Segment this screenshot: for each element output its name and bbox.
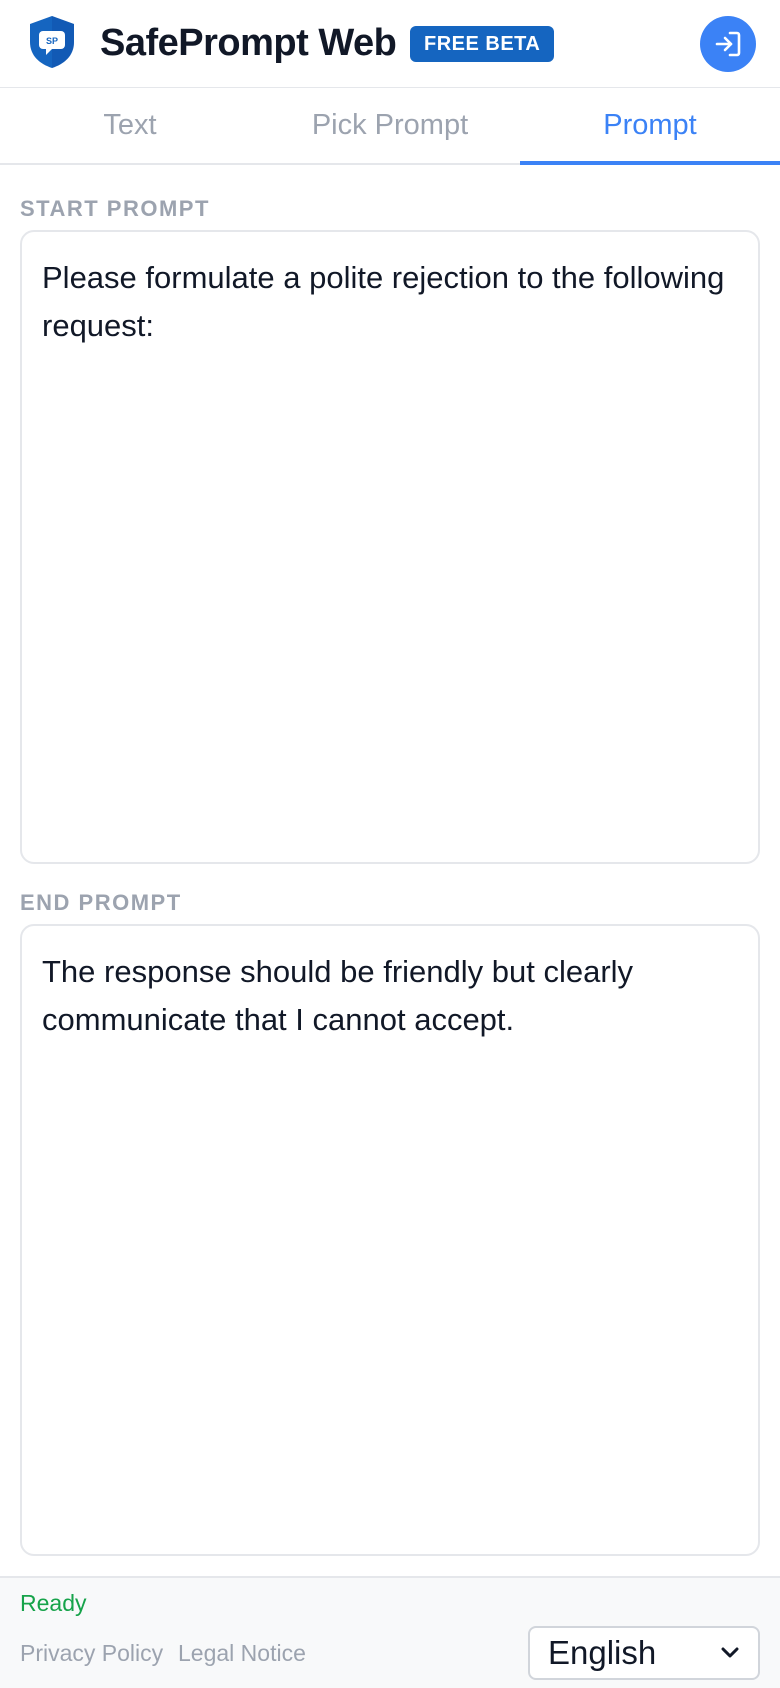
end-prompt-input[interactable]: The response should be friendly but clea… xyxy=(20,924,760,1556)
login-button[interactable] xyxy=(700,16,756,72)
tab-bar: Text Pick Prompt Prompt xyxy=(0,88,780,165)
login-arrow-icon xyxy=(715,31,741,57)
shield-logo-icon: SP xyxy=(30,16,74,68)
app-title: SafePrompt Web xyxy=(100,22,397,64)
start-prompt-input[interactable]: Please formulate a polite rejection to t… xyxy=(20,230,760,864)
beta-badge: FREE BETA xyxy=(410,26,555,62)
privacy-policy-link[interactable]: Privacy Policy xyxy=(20,1640,163,1667)
chevron-down-icon xyxy=(721,1647,739,1658)
tab-prompt[interactable]: Prompt xyxy=(520,88,780,165)
logo-text: SP xyxy=(46,36,58,46)
status-text: Ready xyxy=(20,1590,87,1616)
footer: Ready Privacy Policy Legal Notice Englis… xyxy=(0,1576,780,1688)
legal-notice-link[interactable]: Legal Notice xyxy=(178,1640,306,1667)
tab-pick-prompt[interactable]: Pick Prompt xyxy=(260,88,520,163)
start-prompt-label: START PROMPT xyxy=(20,196,210,221)
language-select[interactable]: English xyxy=(528,1626,760,1680)
language-value: English xyxy=(548,1634,657,1671)
end-prompt-label: END PROMPT xyxy=(20,890,182,915)
tab-text[interactable]: Text xyxy=(0,88,260,163)
app-header: SP SafePrompt Web FREE BETA xyxy=(0,0,780,88)
